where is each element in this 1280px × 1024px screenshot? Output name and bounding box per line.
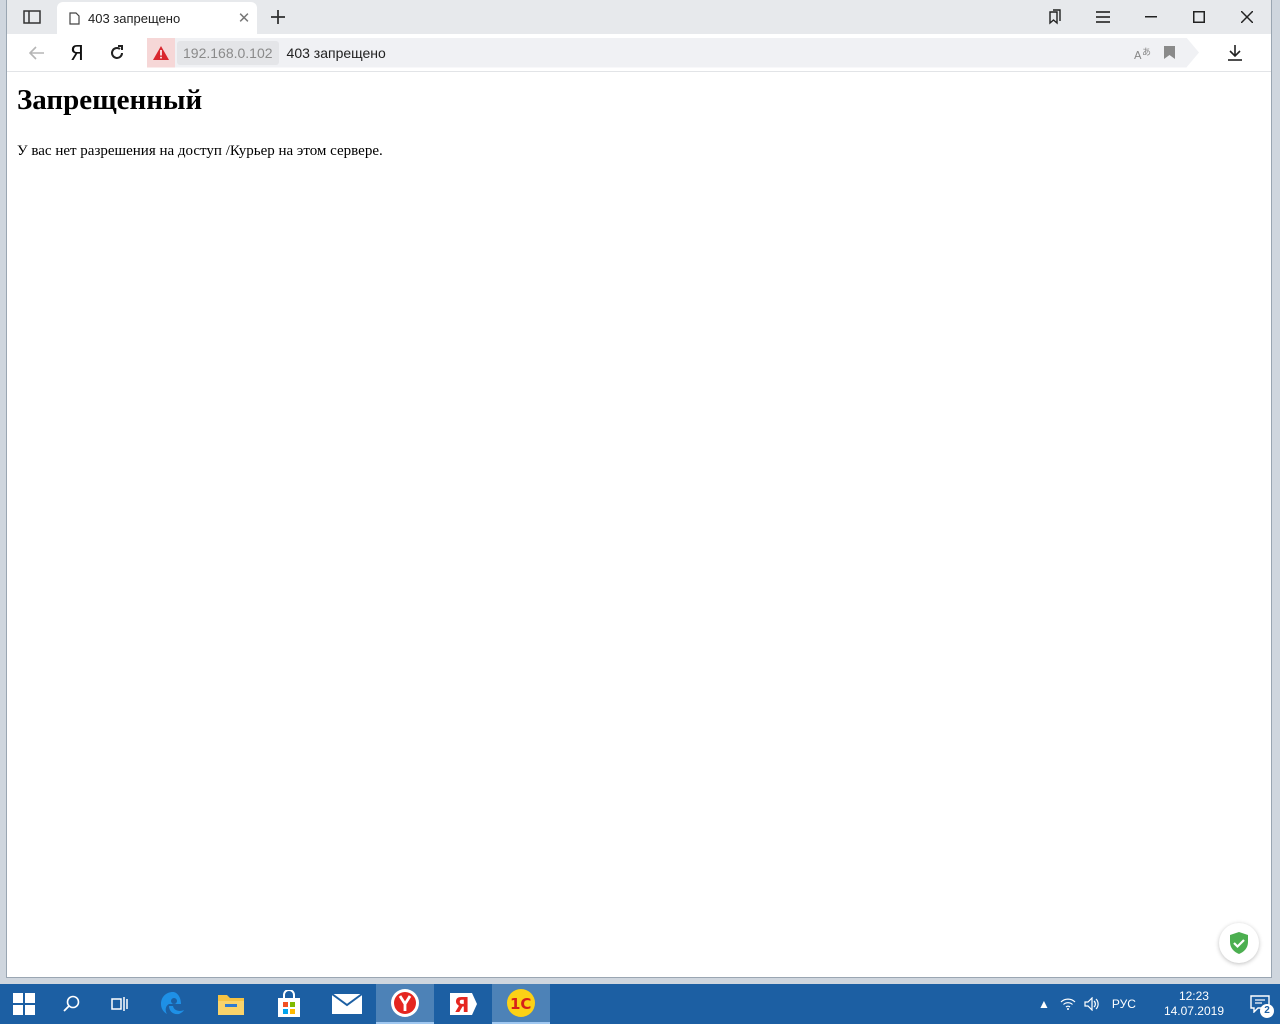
clock[interactable]: 12:23 14.07.2019 xyxy=(1148,989,1240,1019)
downloads-button[interactable] xyxy=(1213,34,1257,72)
search-icon xyxy=(63,995,80,1012)
translate-icon[interactable]: Aあ xyxy=(1134,46,1152,60)
security-warning-button[interactable] xyxy=(147,37,175,68)
taskbar-store[interactable] xyxy=(260,984,318,1024)
bookmark-icon[interactable] xyxy=(1164,46,1175,59)
start-button[interactable] xyxy=(0,984,48,1024)
search-button[interactable] xyxy=(48,984,96,1024)
maximize-button[interactable] xyxy=(1175,0,1223,34)
address-toolbar: Я 192.168.0.102 403 запрещено Aあ xyxy=(7,34,1271,72)
close-icon xyxy=(1241,11,1253,23)
task-view-icon xyxy=(111,997,128,1011)
taskbar-edge[interactable] xyxy=(144,984,202,1024)
download-icon xyxy=(1228,45,1242,61)
protect-button[interactable] xyxy=(1219,923,1259,963)
tabs-panel-button[interactable] xyxy=(7,0,57,34)
taskbar-mail[interactable] xyxy=(318,984,376,1024)
store-bag-icon xyxy=(278,990,300,1017)
svg-text:1С: 1С xyxy=(510,995,531,1013)
address-bar[interactable]: 192.168.0.102 403 запрещено Aあ xyxy=(147,37,1199,68)
tab-title: 403 запрещено xyxy=(88,10,181,26)
yandex-logo-icon: Я xyxy=(70,40,84,65)
yandex-browser-icon xyxy=(391,989,419,1017)
taskbar: Я 1С ▲ РУС 12:23 14.07.2019 2 xyxy=(0,984,1280,1024)
plus-icon xyxy=(271,10,285,24)
url-host: 192.168.0.102 xyxy=(177,40,279,65)
folder-icon xyxy=(218,995,244,1015)
edge-icon xyxy=(161,992,184,1015)
taskbar-yandex-browser[interactable] xyxy=(376,984,434,1024)
action-center-button[interactable]: 2 xyxy=(1240,984,1280,1024)
new-tab-button[interactable] xyxy=(257,0,299,34)
wifi-icon[interactable] xyxy=(1056,984,1080,1024)
window-controls xyxy=(1031,0,1271,34)
url-page-title: 403 запрещено xyxy=(286,44,386,61)
address-actions: Aあ xyxy=(1134,46,1199,60)
minimize-button[interactable] xyxy=(1127,0,1175,34)
task-view-button[interactable] xyxy=(96,984,144,1024)
browser-window: 403 запрещено ✕ Я 192.168.0.102 403 запр… xyxy=(6,0,1272,978)
mail-icon xyxy=(331,993,363,1014)
volume-icon[interactable] xyxy=(1080,984,1104,1024)
yandex-home-button[interactable]: Я xyxy=(57,34,97,72)
maximize-icon xyxy=(1193,11,1205,23)
shield-check-icon xyxy=(1230,932,1248,954)
back-button[interactable] xyxy=(17,34,57,72)
page-file-icon xyxy=(69,11,80,25)
hamburger-icon xyxy=(1096,11,1110,23)
bookmarks-icon xyxy=(1049,9,1061,25)
taskbar-file-explorer[interactable] xyxy=(202,984,260,1024)
taskbar-1c[interactable]: 1С xyxy=(492,984,550,1024)
reload-button[interactable] xyxy=(97,34,137,72)
yandex-app-icon: Я xyxy=(450,993,477,1017)
windows-logo-icon xyxy=(13,993,35,1015)
tab-strip: 403 запрещено ✕ xyxy=(7,0,1271,34)
page-content: Запрещенный У вас нет разрешения на дост… xyxy=(17,84,383,160)
menu-button[interactable] xyxy=(1079,0,1127,34)
tab-active[interactable]: 403 запрещено ✕ xyxy=(57,2,257,34)
svg-text:Я: Я xyxy=(454,993,469,1017)
clock-date: 14.07.2019 xyxy=(1163,1004,1224,1018)
warning-triangle-icon xyxy=(153,45,169,60)
sidebar-panel-icon xyxy=(23,10,41,24)
arrow-left-icon xyxy=(29,45,44,60)
minimize-icon xyxy=(1145,16,1157,18)
page-title: Запрещенный xyxy=(17,84,203,116)
svg-text:A: A xyxy=(1134,49,1142,60)
close-tab-icon[interactable]: ✕ xyxy=(231,5,257,31)
svg-text:あ: あ xyxy=(1142,47,1151,58)
taskbar-yandex[interactable]: Я xyxy=(434,984,492,1024)
1c-app-icon: 1С xyxy=(507,989,535,1017)
bookmarks-button[interactable] xyxy=(1031,0,1079,34)
page-message: У вас нет разрешения на доступ /Курьер н… xyxy=(17,143,383,159)
reload-icon xyxy=(111,44,123,59)
system-tray: ▲ РУС 12:23 14.07.2019 2 xyxy=(1032,984,1280,1024)
show-hidden-icons-button[interactable]: ▲ xyxy=(1032,984,1056,1024)
clock-time: 12:23 xyxy=(1178,989,1209,1003)
notification-count-badge: 2 xyxy=(1260,1004,1274,1018)
input-language-indicator[interactable]: РУС xyxy=(1104,997,1148,1011)
close-window-button[interactable] xyxy=(1223,0,1271,34)
